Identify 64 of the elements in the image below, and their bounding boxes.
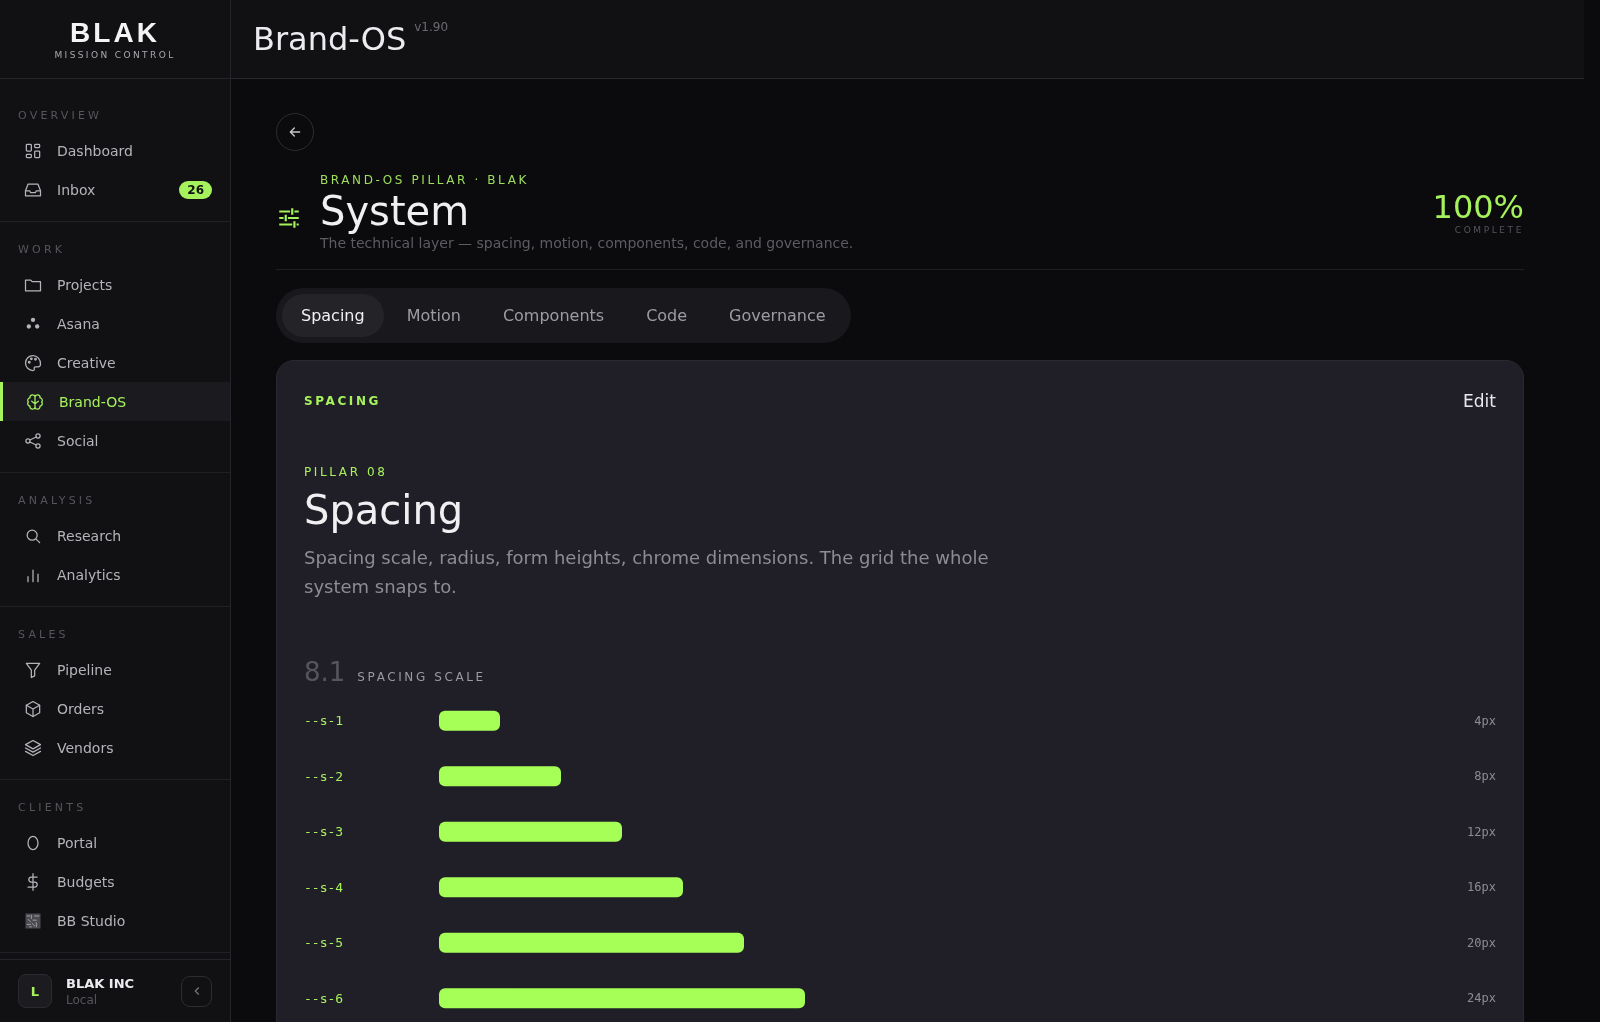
logo-tagline: MISSION CONTROL [54, 49, 176, 60]
token-value: 12px [1467, 824, 1496, 839]
nav-item[interactable]: BB Studio [0, 901, 230, 940]
token-name: --s-2 [304, 768, 344, 784]
nav-item[interactable]: Creative [0, 343, 230, 382]
token-value: 8px [1474, 769, 1496, 784]
section-title: System [320, 187, 471, 235]
section-label: OVERVIEW [17, 109, 104, 124]
token-name: --s-3 [304, 824, 344, 840]
section-label: WORK [17, 243, 67, 258]
tab[interactable]: Motion [387, 294, 480, 337]
sliders-icon [276, 205, 302, 231]
token-name: --s-1 [304, 713, 344, 729]
section-label: SALES [17, 628, 70, 643]
nav-item[interactable]: Orders [0, 689, 230, 728]
tab[interactable]: Governance [710, 294, 845, 337]
token-name: --s-6 [304, 990, 344, 1006]
tab[interactable]: Spacing [282, 294, 384, 337]
nav-item[interactable]: Projects [0, 265, 230, 304]
section-label: CLIENTS [17, 801, 88, 816]
tab[interactable]: Components [483, 294, 624, 337]
count-badge: 26 [179, 180, 212, 199]
nav-item[interactable]: Social [0, 421, 230, 460]
account-location: Local [66, 992, 99, 1007]
arrow-left-icon [287, 124, 303, 140]
section-label: ANALYSIS [17, 494, 97, 509]
nav-item[interactable]: Pipeline [0, 650, 230, 689]
brain-icon [25, 391, 45, 412]
palette-icon [23, 352, 43, 373]
token-name: --s-4 [304, 879, 344, 895]
progress-label: COMPLETE [1453, 225, 1524, 235]
share-icon [23, 430, 43, 451]
card-heading: Spacing [304, 486, 465, 535]
nav-item[interactable]: Research [0, 516, 230, 555]
box-icon [23, 698, 43, 719]
nav-item[interactable]: Analytics [0, 555, 230, 594]
token-value: 16px [1467, 880, 1496, 895]
page-title: Brand-OS [253, 20, 407, 58]
eyebrow-label: BRAND-OS PILLAR · BLAK [320, 173, 530, 187]
nav-item[interactable]: Budgets [0, 862, 230, 901]
progress-percent: 100% [1432, 189, 1524, 225]
subsection-title: SPACING SCALE [357, 670, 486, 684]
layers-icon [23, 737, 43, 758]
nav-item[interactable]: Vendors [0, 728, 230, 767]
nav-item[interactable]: Brand-OS [0, 382, 230, 421]
token-name: --s-5 [304, 935, 344, 951]
avatar: L [18, 974, 52, 1008]
section-description: The technical layer — spacing, motion, components, code, and governance. [320, 235, 855, 251]
tab[interactable]: Code [627, 294, 707, 337]
pillar-label: PILLAR 08 [304, 465, 389, 479]
nav-item[interactable]: Portal [0, 823, 230, 862]
token-value: 4px [1474, 713, 1496, 728]
token-value: 20px [1467, 935, 1496, 950]
version-label: v1.90 [414, 20, 449, 34]
card-description: Spacing scale, radius, form heights, chrome dimensions. The grid the whole system snaps to. [304, 546, 990, 599]
card-label: SPACING [304, 394, 381, 408]
token-value: 24px [1467, 991, 1496, 1006]
nav-item[interactable]: Inbox 26 [0, 170, 230, 209]
nav-item[interactable]: Asana [0, 304, 230, 343]
account-name: BLAK INC [66, 975, 136, 991]
edit-button[interactable]: Edit [1463, 387, 1496, 415]
spacing-bar [439, 710, 500, 731]
nav-item[interactable]: Dashboard [0, 131, 230, 170]
logo-wordmark: BLAK [70, 18, 160, 47]
